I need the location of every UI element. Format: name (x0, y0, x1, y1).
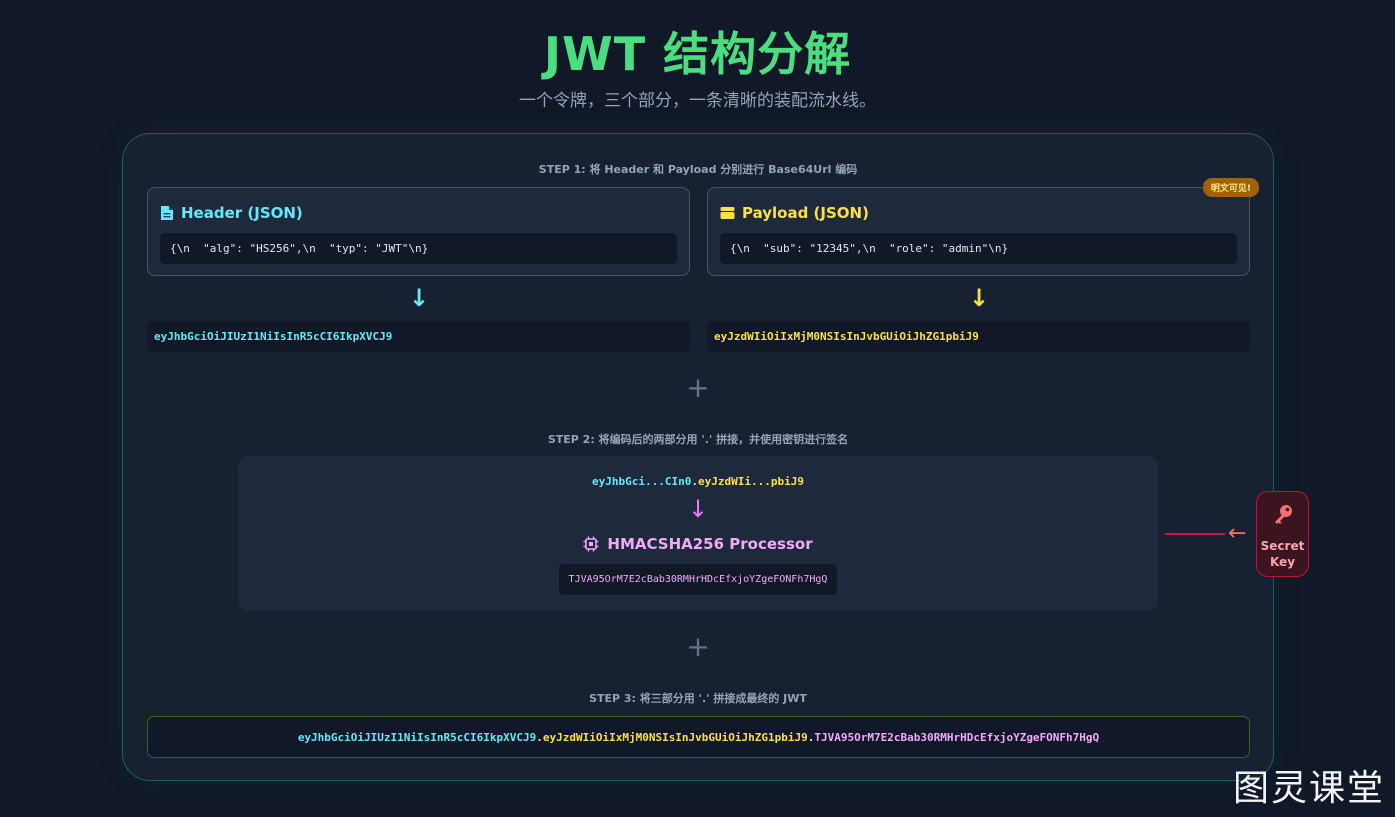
header-json-code: {\n "alg": "HS256",\n "typ": "JWT"\n} (160, 233, 677, 264)
payload-json-card: Payload (JSON) {\n "sub": "12345",\n "ro… (707, 178, 1259, 276)
payload-encoded: eyJzdWIiOiIxMjM0NSIsInJvbGUiOiJhZG1pbiJ9 (707, 321, 1250, 352)
payload-json-code: {\n "sub": "12345",\n "role": "admin"\n} (720, 233, 1237, 264)
step2-title: STEP 2: 将编码后的两部分用 '.' 拼接，并使用密钥进行签名 (547, 433, 849, 446)
signature-output: TJVA95OrM7E2cBab30RMHrHDcEfxjoYZgeFONFh7… (559, 564, 837, 595)
secret-key-box: Secret Key (1256, 491, 1309, 577)
concat-preview: eyJhbGci...CIn0.eyJzdWIi...pbiJ9 (238, 475, 1158, 488)
final-payload-part: eyJzdWIiOiIxMjM0NSIsInJvbGUiOiJhZG1pbiJ9 (542, 730, 808, 744)
step1-title: STEP 1: 将 Header 和 Payload 分别进行 Base64Ur… (538, 163, 858, 176)
header-encode-arrow: ↓ (409, 284, 430, 312)
plaintext-visible-badge: 明文可见! (1202, 178, 1259, 197)
plus-icon: + (686, 630, 710, 663)
key-arrow: ← (1228, 521, 1247, 546)
concat-payload-part: eyJzdWIi...pbiJ9 (698, 475, 804, 488)
watermark: 图灵课堂 (1232, 768, 1385, 809)
chip-icon (583, 536, 599, 552)
page-title: JWT 结构分解 (543, 27, 852, 81)
header-card-title: Header (JSON) (181, 204, 303, 222)
page-subtitle: 一个令牌，三个部分，一条清晰的装配流水线。 (519, 91, 876, 111)
final-dot: . (536, 730, 543, 744)
concat-dot: . (691, 475, 698, 488)
wallet-icon (720, 207, 735, 219)
jwt-diagram-panel: STEP 1: 将 Header 和 Payload 分别进行 Base64Ur… (122, 133, 1274, 781)
final-signature-part: TJVA95OrM7E2cBab30RMHrHDcEfxjoYZgeFONFh7… (814, 730, 1100, 744)
final-jwt: eyJhbGciOiJIUzI1NiIsInR5cCI6IkpXVCJ9. eyJ… (147, 716, 1250, 758)
final-header-part: eyJhbGciOiJIUzI1NiIsInR5cCI6IkpXVCJ9 (297, 730, 537, 744)
final-dot: . (807, 730, 815, 744)
concat-header-part: eyJhbGci...CIn0 (592, 475, 692, 488)
header-card-title-row: Header (JSON) (160, 204, 303, 222)
key-connector-line (1165, 533, 1225, 535)
key-icon (1275, 505, 1292, 524)
file-icon (161, 206, 173, 220)
header-encoded: eyJhbGciOiJIUzI1NiIsInR5cCI6IkpXVCJ9 (147, 321, 690, 352)
header-json-card: Header (JSON) {\n "alg": "HS256",\n "typ… (147, 187, 690, 276)
signing-box: eyJhbGci...CIn0.eyJzdWIi...pbiJ9 ↓ HMACS… (238, 456, 1158, 611)
sign-arrow: ↓ (687, 495, 709, 523)
secret-key-label: Secret Key (1260, 539, 1305, 569)
plus-icon: + (686, 371, 710, 404)
payload-card-title-row: Payload (JSON) (720, 204, 869, 222)
processor-row: HMACSHA256 Processor (238, 535, 1158, 553)
payload-encode-arrow: ↓ (969, 284, 990, 312)
processor-label: HMACSHA256 Processor (607, 535, 813, 553)
step3-title: STEP 3: 将三部分用 '.' 拼接成最终的 JWT (589, 692, 807, 705)
payload-card-title: Payload (JSON) (742, 204, 869, 222)
